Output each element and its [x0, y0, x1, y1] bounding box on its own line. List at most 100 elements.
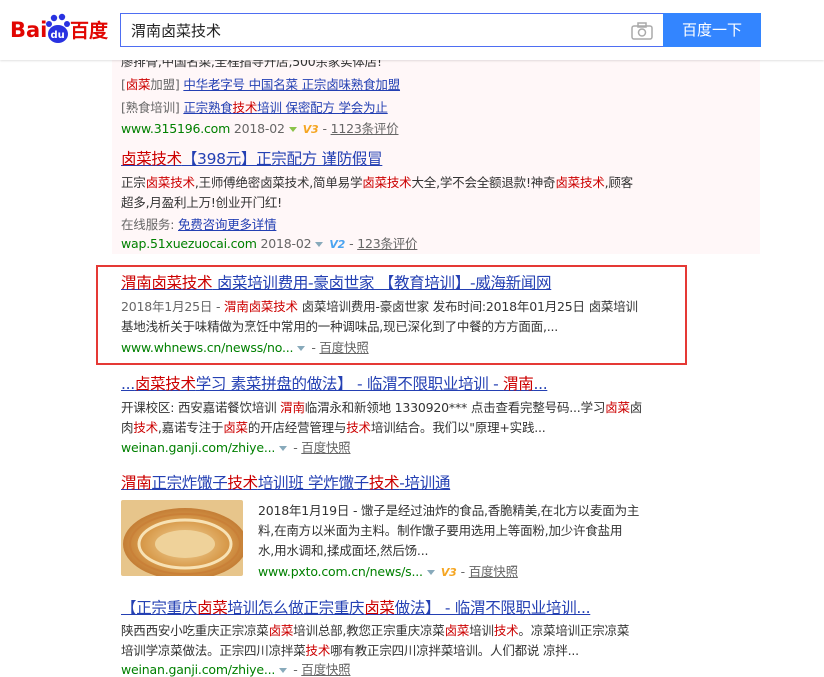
- r3-abstract-3-text: 水,用水调和,揉成面坯,然后饧...: [258, 543, 429, 558]
- ad1-sub2-link-kw: 技术: [232, 100, 258, 115]
- camera-icon[interactable]: [631, 22, 653, 40]
- ad2-meta: wap.51xuezuocai.com 2018-02 V2- 123条评价: [121, 234, 418, 255]
- ad2-title[interactable]: 卤菜技术【398元】正宗配方 谨防假冒: [121, 149, 383, 170]
- r4-title-link[interactable]: 【正宗重庆卤菜培训怎么做正宗重庆卤菜做法】 - 临渭不限职业培训...: [121, 599, 591, 617]
- r3-abstract-2: 料,在南方以米面为主料。制作馓子要用选用上等面粉,加少许食盐用: [258, 521, 622, 541]
- ad2-abstract-1-text: 卤菜技术: [145, 175, 195, 190]
- r4-abstract-2-text: 技术: [305, 643, 331, 658]
- r1-title-link-text: 卤菜培训费用-豪卤世家 【教育培训】-威海新闻网: [212, 274, 552, 292]
- ad2-service-link[interactable]: 免费咨询更多详情: [178, 217, 277, 232]
- search-header: Bai du 百度 百度一下: [0, 0, 824, 60]
- r1-title-link[interactable]: 渭南卤菜技术 卤菜培训费用-豪卤世家 【教育培训】-威海新闻网: [121, 274, 552, 292]
- r2-meta: weinan.ganji.com/zhiye... - 百度快照: [121, 440, 351, 455]
- r2-abstract-1-text: 渭南: [280, 400, 305, 415]
- r2-title-link-text: ...: [121, 375, 135, 393]
- dropdown-arrow-icon[interactable]: [315, 241, 324, 247]
- r1-meta: www.whnews.cn/newss/no... - 百度快照: [121, 340, 369, 355]
- r2-title-link-text: 渭南: [503, 375, 534, 393]
- ad1-sub2-link-b: 培训 保密配方 学会为止: [257, 100, 388, 115]
- r3-abstract-3: 水,用水调和,揉成面坯,然后饧...: [258, 541, 428, 561]
- result-thumbnail[interactable]: [121, 500, 243, 576]
- r3-abstract-1: 2018年1月19日 - 馓子是经过油炸的食品,香脆精美,在北方以麦面为主: [258, 501, 639, 521]
- ad1-sub2-prefix: [熟食培训]: [121, 100, 180, 115]
- v2-badge-icon[interactable]: V2: [329, 235, 345, 255]
- r4-abstract-1-text: 卤菜: [268, 623, 294, 638]
- ad1-sub1-link[interactable]: 中华老字号 中国名菜 正宗卤味熟食加盟: [183, 77, 400, 92]
- dropdown-arrow-icon[interactable]: [279, 445, 288, 451]
- ad1-meta: www.315196.com 2018-02 V3- 1123条评价: [121, 119, 399, 140]
- r4-abstract-1-text: 培训总部,教您正宗重庆凉菜: [293, 623, 445, 638]
- dropdown-arrow-icon[interactable]: [426, 569, 435, 575]
- ad2-abstract-2: 超多,月盈利上万!创业开门红!: [121, 193, 282, 213]
- ad2-title-rest: 【398元】正宗配方 谨防假冒: [181, 150, 383, 168]
- r3-title[interactable]: 渭南正宗炸馓子技术培训班 学炸馓子技术-培训通: [121, 473, 450, 494]
- r2-abstract-2-text: ,嘉诺专注于: [157, 420, 224, 435]
- r3-title-link-text: 技术: [368, 474, 400, 492]
- r4-abstract-1-text: 陕西西安小吃重庆正宗凉菜: [121, 623, 269, 638]
- ad2-title-kw: 卤菜技术: [121, 150, 182, 168]
- ad1-sublink-2: [熟食培训] 正宗熟食技术培训 保密配方 学会为止: [121, 98, 388, 118]
- r4-meta: weinan.ganji.com/zhiye... - 百度快照: [121, 662, 351, 677]
- ad2-abstract-1-text: 卤菜技术: [555, 175, 605, 190]
- r1-url[interactable]: www.whnews.cn/newss/no...: [121, 340, 294, 355]
- v3-badge-icon[interactable]: V3: [441, 563, 457, 583]
- r4-title-link-text: 做法】 - 临渭不限职业培训...: [394, 599, 591, 617]
- r2-title-link-text: 卤菜技术: [134, 375, 196, 393]
- r3-title-link-text: 培训班 学炸馓子: [257, 474, 369, 492]
- r4-abstract-1-text: 技术: [493, 623, 519, 638]
- r4-title[interactable]: 【正宗重庆卤菜培训怎么做正宗重庆卤菜做法】 - 临渭不限职业培训...: [121, 598, 591, 619]
- search-input[interactable]: [121, 14, 601, 46]
- r2-abstract-1: 开课校区: 西安嘉诺餐饮培训 渭南临渭永和新领地 1330920*** 点击查看…: [121, 398, 642, 418]
- ad1-reviews-link[interactable]: 1123条评价: [331, 121, 399, 136]
- ad1-sub1-rest: 加盟]: [150, 77, 180, 92]
- r2-abstract-2-text: 培训结合。我们以"原理+实践...: [370, 420, 546, 435]
- dropdown-arrow-icon[interactable]: [288, 126, 297, 132]
- r4-snapshot-link[interactable]: 百度快照: [301, 662, 350, 677]
- r2-abstract-2-text: 技术: [346, 420, 371, 435]
- r1-abstract-1: 2018年1月25日 - 渭南卤菜技术 卤菜培训费用-豪卤世家 发布时间:201…: [121, 297, 638, 317]
- r2-abstract-2-text: 卤菜: [223, 420, 248, 435]
- ad2-abstract-1-text: ,顾客: [604, 175, 634, 190]
- r1-snapshot-link[interactable]: 百度快照: [319, 340, 368, 355]
- r3-title-link-text: 渭南: [121, 474, 152, 492]
- r3-url[interactable]: www.pxto.com.cn/news/s...: [258, 564, 423, 579]
- r4-title-link-text: 卤菜: [197, 599, 228, 617]
- ad1-sub2-link-a: 正宗熟食: [183, 100, 233, 115]
- ad1-sublink-1: [卤菜加盟] 中华老字号 中国名菜 正宗卤味熟食加盟: [121, 75, 400, 95]
- ad2-abstract-1-text: ,王师傅绝密卤菜技术,简单易学: [194, 175, 363, 190]
- r4-url[interactable]: weinan.ganji.com/zhiye...: [121, 662, 275, 677]
- r3-meta: www.pxto.com.cn/news/s... V3- 百度快照: [258, 562, 518, 583]
- r4-abstract-1-text: 。凉菜培训正宗凉菜: [518, 623, 630, 638]
- logo-text-cn: 百度: [70, 19, 109, 42]
- ad1-url[interactable]: www.315196.com: [121, 121, 230, 136]
- r2-abstract-1-text: 卤: [629, 400, 643, 415]
- dropdown-arrow-icon[interactable]: [279, 667, 288, 673]
- r1-abstract-1-text: 2018年1月25日 -: [121, 299, 225, 314]
- search-box: [120, 13, 663, 47]
- r2-abstract-2: 肉技术,嘉诺专注于卤菜的开店经营管理与技术培训结合。我们以"原理+实践...: [121, 418, 546, 438]
- r4-abstract-2: 培训学凉菜做法。正宗四川凉拌菜技术哪有教正宗四川凉拌菜培训。人们都说 凉拌...: [121, 641, 579, 661]
- baidu-logo[interactable]: Bai du 百度: [10, 10, 114, 46]
- r3-title-link-text: 正宗炸馓子: [151, 474, 228, 492]
- r2-snapshot-link[interactable]: 百度快照: [301, 440, 350, 455]
- r4-abstract-1: 陕西西安小吃重庆正宗凉菜卤菜培训总部,教您正宗重庆凉菜卤菜培训技术。凉菜培训正宗…: [121, 621, 629, 641]
- dropdown-arrow-icon[interactable]: [297, 345, 306, 351]
- ad2-reviews-link[interactable]: 123条评价: [357, 236, 417, 251]
- r1-title[interactable]: 渭南卤菜技术 卤菜培训费用-豪卤世家 【教育培训】-威海新闻网: [121, 273, 552, 294]
- ad2-abstract-2-text: 超多,月盈利上万!创业开门红!: [121, 195, 282, 210]
- r2-url[interactable]: weinan.ganji.com/zhiye...: [121, 440, 275, 455]
- search-button[interactable]: 百度一下: [663, 13, 761, 47]
- ad2-abstract-1-text: 正宗: [121, 175, 146, 190]
- r1-title-link-text: 渭南卤菜技术: [121, 274, 213, 292]
- r2-title-link[interactable]: ...卤菜技术学习 素菜拼盘的做法】 - 临渭不限职业培训 - 渭南...: [121, 375, 548, 393]
- ad2-url[interactable]: wap.51xuezuocai.com: [121, 236, 257, 251]
- r2-title[interactable]: ...卤菜技术学习 素菜拼盘的做法】 - 临渭不限职业培训 - 渭南...: [121, 374, 548, 395]
- r3-title-link[interactable]: 渭南正宗炸馓子技术培训班 学炸馓子技术-培训通: [121, 474, 450, 492]
- r4-title-link-text: 【正宗重庆: [121, 599, 198, 617]
- v3-badge-icon[interactable]: V3: [303, 120, 319, 140]
- ad1-sub2-link[interactable]: 正宗熟食技术培训 保密配方 学会为止: [183, 100, 388, 115]
- ad2-service: 在线服务: 免费咨询更多详情: [121, 215, 277, 235]
- ad2-title-link[interactable]: 卤菜技术【398元】正宗配方 谨防假冒: [121, 150, 383, 168]
- ad2-abstract-1: 正宗卤菜技术,王师傅绝密卤菜技术,简单易学卤菜技术大全,学不会全额退款!神奇卤菜…: [121, 173, 633, 193]
- r3-snapshot-link[interactable]: 百度快照: [469, 564, 518, 579]
